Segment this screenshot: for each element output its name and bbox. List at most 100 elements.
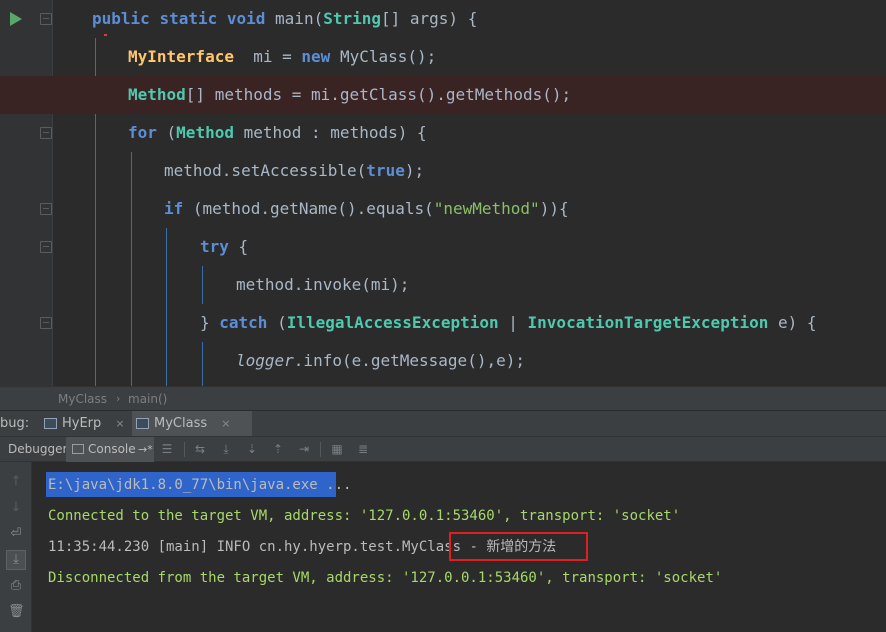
code-line[interactable]: try { (0, 228, 886, 266)
code-token: try (200, 237, 229, 256)
code-token: { (228, 237, 249, 256)
console-disconnected-line: Disconnected from the target VM, address… (48, 570, 723, 586)
code-text[interactable]: method.setAccessible(true); (164, 152, 424, 190)
code-token: e) { (768, 313, 817, 332)
code-token: main( (265, 9, 324, 28)
trace-icon[interactable]: ≣ (356, 443, 370, 456)
code-token: [] methods = mi.getClass().getMethods(); (185, 85, 572, 104)
code-text[interactable]: } catch (IllegalAccessException | Invoca… (200, 304, 817, 342)
console-output[interactable]: E:\java\jdk1.8.0_77\bin\java.exe ... Con… (32, 462, 886, 632)
breadcrumb-class[interactable]: MyClass (58, 387, 107, 411)
tab-hyerp[interactable]: HyErp × (40, 411, 133, 437)
code-token: MyInterface (128, 47, 234, 66)
up-arrow-icon[interactable]: ↑ (8, 474, 24, 490)
code-token: for (128, 123, 157, 142)
tab-console[interactable]: Console →* (66, 437, 154, 462)
code-token: Method (128, 85, 186, 104)
toolbar-separator (184, 442, 185, 457)
code-text[interactable]: logger.info(e.getMessage(),e); (236, 342, 525, 380)
code-token: method : methods) { (233, 123, 427, 142)
code-token: MyClass(); (330, 47, 437, 66)
code-token: } (200, 313, 220, 332)
code-token: InvocationTargetException (527, 313, 769, 332)
code-token: "newMethod" (433, 199, 540, 218)
breadcrumb-chevron-icon: › (116, 392, 121, 405)
run-config-icon (44, 418, 57, 429)
code-token: )){ (539, 199, 569, 218)
code-line[interactable]: Method[] methods = mi.getClass().getMeth… (0, 76, 886, 114)
breadcrumb: MyClass › main() (0, 386, 886, 410)
console-connected-line: Connected to the target VM, address: '12… (48, 508, 681, 524)
tab-label: MyClass (154, 416, 208, 431)
code-text[interactable]: MyInterface mi = new MyClass(); (128, 38, 436, 76)
code-token: public (92, 9, 150, 28)
print-icon[interactable]: ⎙ (8, 578, 24, 594)
debug-toolbar: Debugger Console →* ☰ ⇆ ⤓ ⇣ ⇡ ⇥ ▦ ≣ (0, 436, 886, 462)
toolbar-separator (320, 442, 321, 457)
tab-myclass[interactable]: MyClass × (132, 411, 252, 437)
close-icon[interactable]: × (115, 417, 124, 430)
soft-wrap-icon[interactable]: ⏎ (8, 526, 24, 542)
log-prefix: 11:35:44.230 [main] INFO cn.hy.hyerp.tes… (48, 539, 462, 555)
code-token: IllegalAccessException (286, 313, 499, 332)
code-token: void (226, 9, 266, 28)
debug-label: bug: (0, 416, 30, 431)
code-line[interactable]: logger.info(e.getMessage(),e); (0, 342, 886, 380)
code-editor[interactable]: public static void main(String[] args) {… (0, 0, 886, 386)
code-token: | (498, 313, 528, 332)
code-text[interactable]: try { (200, 228, 248, 266)
code-token: ( (267, 313, 287, 332)
code-line[interactable]: MyInterface mi = new MyClass(); (0, 38, 886, 76)
step-out-icon[interactable]: ⇡ (271, 443, 285, 456)
code-token: (method.getName().equals( (183, 199, 434, 218)
evaluate-icon[interactable]: ▦ (330, 443, 344, 456)
menu-icon[interactable]: ☰ (160, 443, 174, 456)
code-text[interactable]: Method[] methods = mi.getClass().getMeth… (128, 76, 571, 114)
code-line[interactable]: if (method.getName().equals("newMethod")… (0, 190, 886, 228)
code-line[interactable]: public static void main(String[] args) { (0, 0, 886, 38)
code-token: Method (176, 123, 234, 142)
step-over-icon[interactable]: ⤓ (219, 443, 233, 456)
code-line[interactable]: method.setAccessible(true); (0, 152, 886, 190)
code-token: [] args) { (381, 9, 478, 28)
code-token: static (159, 9, 218, 28)
code-text[interactable]: method.invoke(mi); (236, 266, 409, 304)
code-token: String (323, 9, 381, 28)
code-line[interactable]: method.invoke(mi); (0, 266, 886, 304)
run-config-icon (136, 418, 149, 429)
code-text[interactable]: if (method.getName().equals("newMethod")… (164, 190, 569, 228)
console-arrow-icon[interactable]: →* (138, 437, 153, 462)
highlight-box (449, 532, 588, 561)
code-token: mi = (233, 47, 302, 66)
console-icon (72, 444, 84, 454)
code-text[interactable]: public static void main(String[] args) { (92, 0, 477, 38)
breadcrumb-method[interactable]: main() (128, 387, 167, 411)
code-token: logger (236, 351, 294, 370)
close-icon[interactable]: × (221, 417, 230, 430)
scroll-to-end-icon[interactable]: ⤓ (6, 550, 26, 570)
step-into-icon[interactable]: ⇣ (245, 443, 259, 456)
debug-session-tabs: bug: HyErp × MyClass × (0, 410, 886, 437)
console-side-toolbar: ↑ ↓ ⏎ ⤓ ⎙ 🗑 (0, 462, 32, 632)
code-token: method.setAccessible( (164, 161, 367, 180)
code-token: catch (219, 313, 268, 332)
code-token: true (366, 161, 405, 180)
code-text[interactable]: for (Method method : methods) { (128, 114, 427, 152)
code-line[interactable]: for (Method method : methods) { (0, 114, 886, 152)
trash-icon[interactable]: 🗑 (8, 604, 25, 620)
code-token: if (164, 199, 184, 218)
code-line[interactable]: } catch (IllegalAccessException | Invoca… (0, 304, 886, 342)
tab-debugger[interactable]: Debugger (4, 437, 67, 462)
code-token: method.invoke(mi); (236, 275, 410, 294)
code-token: ( (156, 123, 177, 142)
code-token: .info(e.getMessage(),e); (293, 351, 525, 370)
code-token: new (301, 47, 331, 66)
console-command-line[interactable]: E:\java\jdk1.8.0_77\bin\java.exe ... (48, 474, 351, 496)
run-to-cursor-icon[interactable]: ⇥ (297, 443, 311, 456)
show-execution-point-icon[interactable]: ⇆ (193, 443, 207, 456)
tab-label: HyErp (62, 416, 102, 431)
down-arrow-icon[interactable]: ↓ (8, 500, 24, 516)
tab-console-label: Console (88, 442, 136, 456)
